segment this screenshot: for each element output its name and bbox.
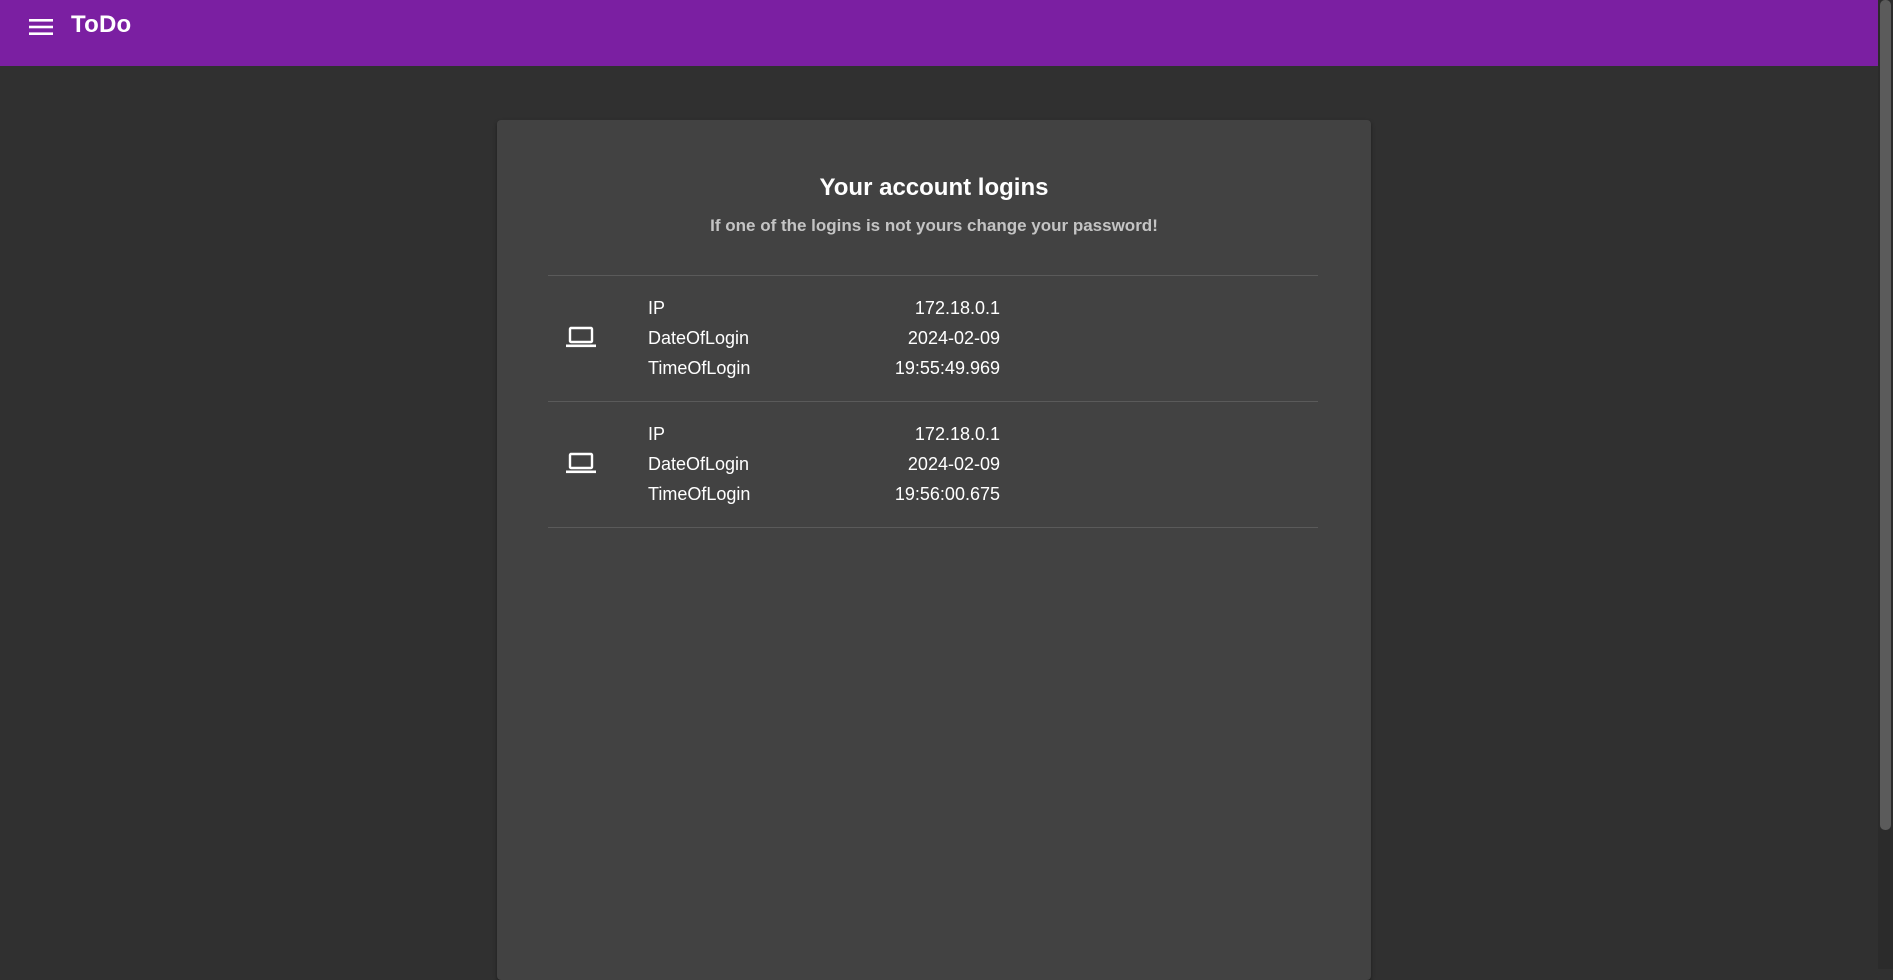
list-item: IP 172.18.0.1 DateOfLogin 2024-02-09 Tim…	[548, 401, 1318, 528]
ip-row: IP 172.18.0.1	[648, 419, 1000, 449]
field-label: TimeOfLogin	[648, 483, 751, 504]
field-label: IP	[648, 423, 666, 444]
field-value: 2024-02-09	[907, 453, 1000, 474]
page-subtitle: If one of the logins is not yours change…	[710, 216, 1158, 235]
top-app-bar: ToDo	[0, 0, 1878, 66]
page-scrollbar[interactable]	[1878, 0, 1893, 969]
list-item: IP 172.18.0.1 DateOfLogin 2024-02-09 Tim…	[548, 275, 1318, 401]
field-value: 172.18.0.1	[914, 423, 1000, 444]
field-label: IP	[648, 297, 666, 318]
date-row: DateOfLogin 2024-02-09	[648, 449, 1000, 479]
menu-icon	[29, 19, 53, 35]
date-row: DateOfLogin 2024-02-09	[648, 323, 1000, 353]
field-value: 19:55:49.969	[894, 357, 1000, 378]
field-label: DateOfLogin	[648, 453, 750, 474]
menu-button[interactable]	[22, 12, 60, 42]
logins-list: IP 172.18.0.1 DateOfLogin 2024-02-09 Tim…	[548, 275, 1318, 528]
field-value: 2024-02-09	[907, 327, 1000, 348]
ip-row: IP 172.18.0.1	[648, 293, 1000, 323]
time-row: TimeOfLogin 19:56:00.675	[648, 479, 1000, 509]
scrollbar-thumb[interactable]	[1880, 0, 1891, 830]
field-value: 19:56:00.675	[894, 483, 1000, 504]
field-label: DateOfLogin	[648, 327, 750, 348]
field-value: 172.18.0.1	[914, 297, 1000, 318]
laptop-icon	[566, 452, 596, 474]
laptop-icon	[566, 326, 596, 348]
app-title[interactable]: ToDo	[71, 11, 131, 39]
logins-card: Your account logins If one of the logins…	[497, 120, 1371, 980]
field-label: TimeOfLogin	[648, 357, 751, 378]
time-row: TimeOfLogin 19:55:49.969	[648, 353, 1000, 383]
page-title: Your account logins	[819, 174, 1049, 201]
